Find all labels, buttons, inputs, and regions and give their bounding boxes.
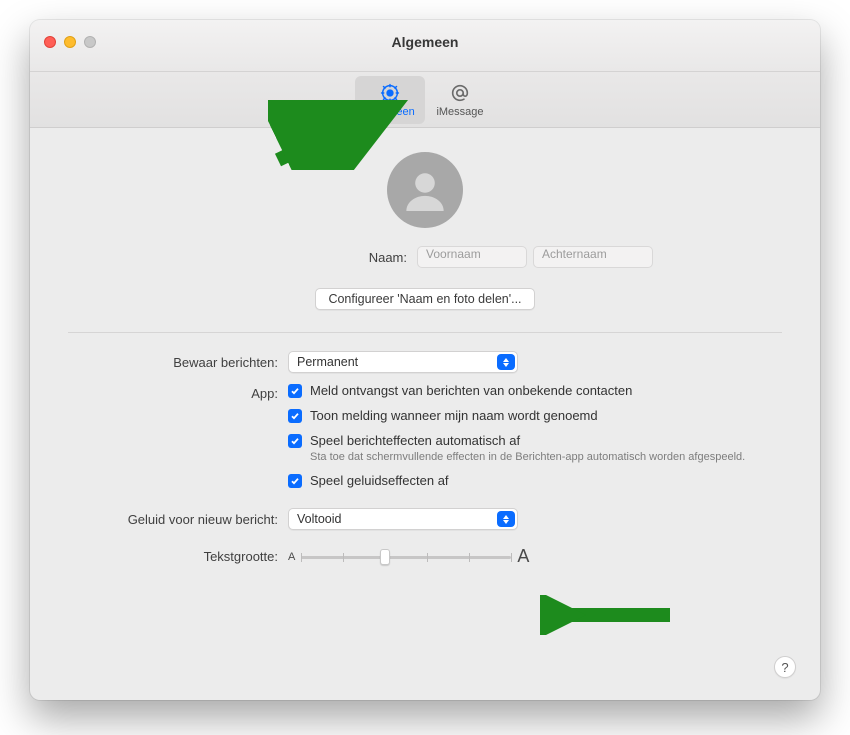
checkbox-auto-effects-sub: Sta toe dat schermvullende effecten in d… xyxy=(310,451,745,463)
checkbox-auto-effects[interactable] xyxy=(288,434,302,448)
help-button[interactable]: ? xyxy=(774,656,796,678)
avatar[interactable] xyxy=(387,152,463,228)
divider xyxy=(68,332,782,333)
last-name-field[interactable]: Achternaam xyxy=(533,246,653,268)
checkbox-notify-unknown[interactable] xyxy=(288,384,302,398)
name-label: Naam: xyxy=(197,250,417,265)
chevron-updown-icon xyxy=(497,354,515,370)
checkbox-mention-name-label: Toon melding wanneer mijn naam wordt gen… xyxy=(310,408,598,423)
app-label: App: xyxy=(68,386,288,401)
new-message-sound-label: Geluid voor nieuw bericht: xyxy=(68,512,288,527)
keep-messages-select[interactable]: Permanent xyxy=(288,351,518,373)
content-area: Naam: Voornaam Achternaam Configureer 'N… xyxy=(30,128,820,597)
text-size-label: Tekstgrootte: xyxy=(68,549,288,564)
text-size-large-a: A xyxy=(517,546,529,567)
preferences-window: Algemeen Algemeen iMessage xyxy=(30,20,820,700)
checkbox-notify-unknown-label: Meld ontvangst van berichten van onbeken… xyxy=(310,383,632,398)
toolbar-tabs: Algemeen iMessage xyxy=(30,72,820,128)
text-size-slider[interactable] xyxy=(301,548,511,566)
checkbox-sound-effects[interactable] xyxy=(288,474,302,488)
checkbox-sound-effects-label: Speel geluidseffecten af xyxy=(310,473,449,488)
new-message-sound-select[interactable]: Voltooid xyxy=(288,508,518,530)
checkbox-auto-effects-label: Speel berichteffecten automatisch af xyxy=(310,433,745,448)
checkbox-mention-name[interactable] xyxy=(288,409,302,423)
keep-messages-label: Bewaar berichten: xyxy=(68,355,288,370)
gear-icon xyxy=(379,82,401,104)
at-icon xyxy=(449,82,471,104)
titlebar: Algemeen xyxy=(30,20,820,72)
text-size-small-a: A xyxy=(288,551,295,563)
configure-name-photo-button[interactable]: Configureer 'Naam en foto delen'... xyxy=(315,288,534,310)
chevron-updown-icon xyxy=(497,511,515,527)
tab-imessage[interactable]: iMessage xyxy=(425,76,495,124)
tab-general-label: Algemeen xyxy=(365,106,415,118)
tab-general[interactable]: Algemeen xyxy=(355,76,425,124)
annotation-arrow xyxy=(540,595,680,635)
first-name-field[interactable]: Voornaam xyxy=(417,246,527,268)
window-title: Algemeen xyxy=(30,34,820,50)
tab-imessage-label: iMessage xyxy=(436,106,483,118)
